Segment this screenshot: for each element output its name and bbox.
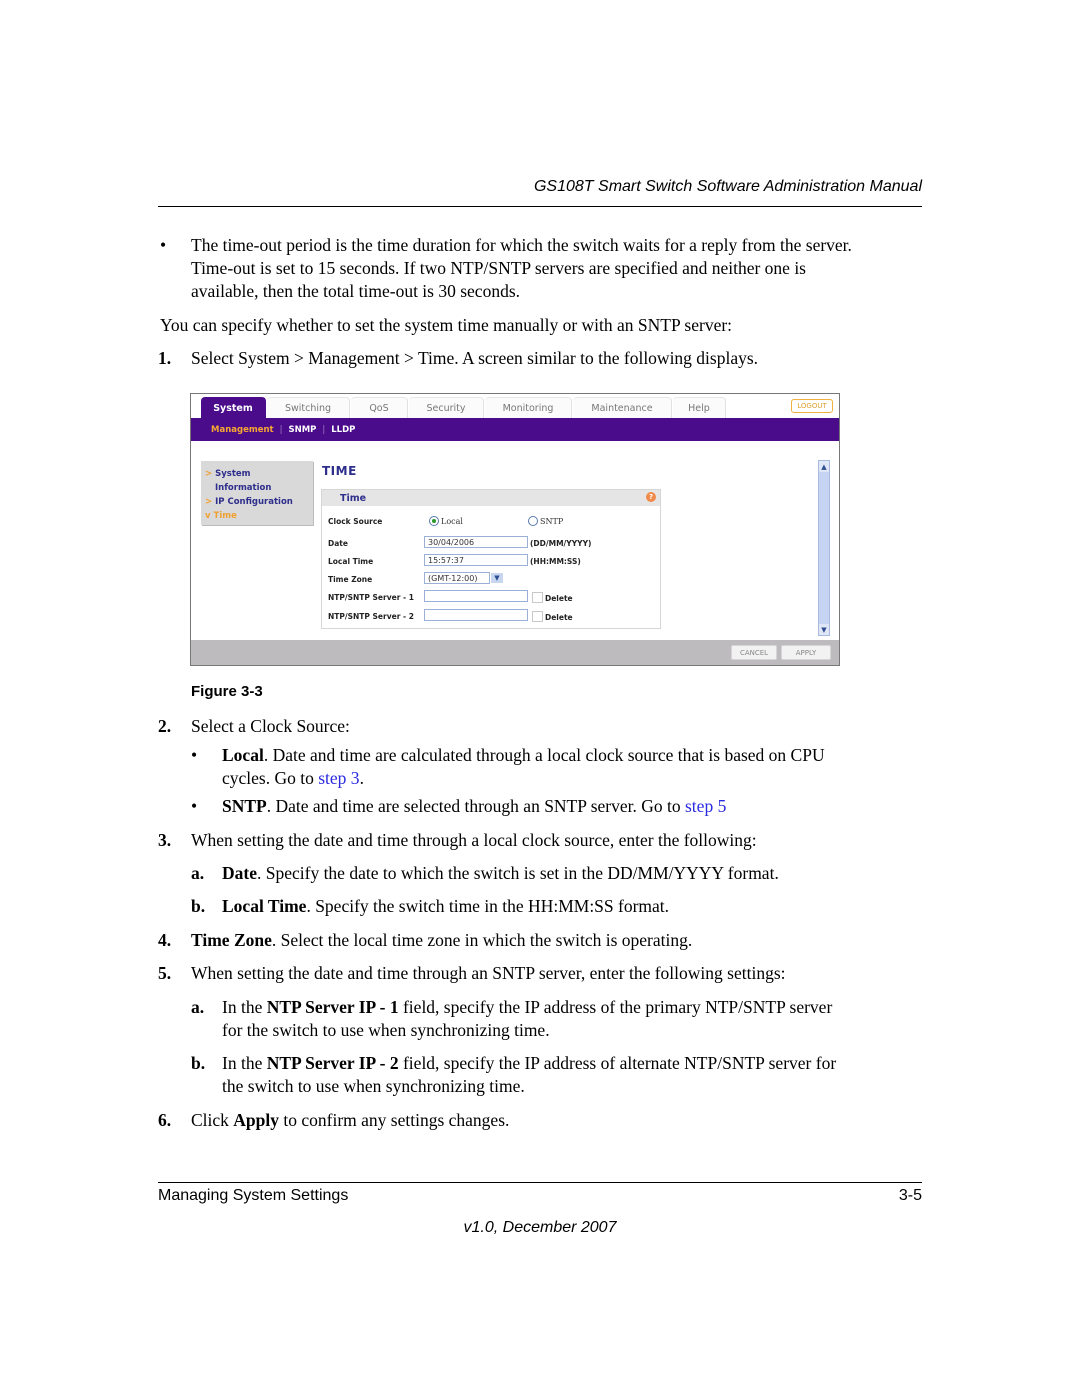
step3b-text: Local Time. Specify the switch time in t… xyxy=(222,896,670,916)
substep-letter: a. xyxy=(191,997,205,1017)
footer-section: Managing System Settings xyxy=(158,1187,349,1204)
panel-header: Time ? xyxy=(322,490,660,506)
intro-bullet: The time-out period is the time duration… xyxy=(191,234,931,303)
apply-button[interactable]: APPLY xyxy=(781,645,831,660)
chevron-down-icon: v xyxy=(205,511,211,521)
cancel-button[interactable]: CANCEL xyxy=(731,645,777,660)
chevron-right-icon: > xyxy=(205,469,213,479)
step-number: 3. xyxy=(158,830,172,850)
step-number: 4. xyxy=(158,930,172,950)
subnav-separator: | xyxy=(279,424,283,435)
delete-ntp2-label: Delete xyxy=(545,613,573,622)
sub-nav-bar: Management | SNMP | LLDP xyxy=(191,418,839,441)
link-step-3[interactable]: step 3 xyxy=(318,768,359,788)
tab-help[interactable]: Help xyxy=(673,397,726,419)
figure-caption: Figure 3-3 xyxy=(191,683,263,700)
scroll-down-icon[interactable]: ▼ xyxy=(819,624,829,635)
bullet-sntp: SNTP. Date and time are selected through… xyxy=(222,796,727,816)
delete-ntp1-label: Delete xyxy=(545,594,573,603)
chevron-down-icon[interactable]: ▼ xyxy=(491,573,503,583)
ntp-server-2-label: NTP/SNTP Server - 2 xyxy=(328,612,414,621)
help-icon[interactable]: ? xyxy=(646,492,656,502)
tab-monitoring[interactable]: Monitoring xyxy=(485,397,572,419)
clock-source-label: Clock Source xyxy=(328,517,383,526)
substep-letter: b. xyxy=(191,896,206,916)
step5-text: When setting the date and time through a… xyxy=(191,963,786,983)
time-zone-label: Time Zone xyxy=(328,575,373,584)
intro-line: Time-out is set to 15 seconds. If two NT… xyxy=(191,258,806,278)
step5b-text: In the NTP Server IP - 2 field, specify … xyxy=(222,1053,837,1096)
subnav-lldp[interactable]: LLDP xyxy=(331,425,355,435)
step-number: 5. xyxy=(158,963,172,983)
local-time-label: Local Time xyxy=(328,557,374,566)
step3a-text: Date. Specify the date to which the swit… xyxy=(222,863,779,883)
subnav-separator: | xyxy=(322,424,326,435)
step3-text: When setting the date and time through a… xyxy=(191,830,757,850)
tab-switching[interactable]: Switching xyxy=(267,397,350,419)
intro-line: available, then the total time-out is 30… xyxy=(191,281,521,301)
footer-version: v1.0, December 2007 xyxy=(463,1219,617,1236)
step2-text: Select a Clock Source: xyxy=(191,716,350,736)
time-panel: Time ? Clock Source Local SNTP Date 30/0… xyxy=(321,489,661,629)
date-label: Date xyxy=(328,539,348,548)
vertical-scrollbar[interactable]: ▲ ▼ xyxy=(818,460,830,636)
bullet-dot: • xyxy=(191,796,198,816)
bullet-dot: • xyxy=(191,745,198,765)
side-nav: > System Information > IP Configuration vT… xyxy=(201,461,313,525)
tab-maintenance[interactable]: Maintenance xyxy=(573,397,672,419)
ntp-server-1-label: NTP/SNTP Server - 1 xyxy=(328,593,414,602)
local-time-input[interactable]: 15:57:37 xyxy=(424,554,528,566)
radio-local[interactable]: Local xyxy=(429,516,463,526)
step-number: 2. xyxy=(158,716,172,736)
panel-title: Time xyxy=(340,492,367,504)
step1-text: Select System > Management > Time. A scr… xyxy=(191,348,759,368)
step6-text: Click Apply to confirm any settings chan… xyxy=(191,1110,510,1130)
bullet-dot: • xyxy=(160,235,167,255)
time-format-hint: (HH:MM:SS) xyxy=(530,557,581,566)
time-settings-screenshot: System Switching QoS Security Monitoring… xyxy=(190,393,840,666)
ntp-server-1-input[interactable] xyxy=(424,590,528,602)
sidenav-item-system-information-cont[interactable]: Information xyxy=(205,481,313,495)
sidenav-item-ip-configuration[interactable]: > IP Configuration xyxy=(205,495,313,509)
step-number: 1. xyxy=(158,348,172,368)
time-zone-select[interactable]: (GMT-12:00) ▼ xyxy=(424,572,503,584)
page-title: TIME xyxy=(322,464,357,478)
main-tab-bar: System Switching QoS Security Monitoring… xyxy=(191,394,839,419)
radio-selected-icon xyxy=(429,516,439,526)
subnav-management[interactable]: Management xyxy=(211,425,274,435)
step5a-text: In the NTP Server IP - 1 field, specify … xyxy=(222,997,833,1040)
subnav-snmp[interactable]: SNMP xyxy=(288,425,316,435)
step4-text: Time Zone. Select the local time zone in… xyxy=(191,930,693,950)
tab-security[interactable]: Security xyxy=(409,397,484,419)
date-input[interactable]: 30/04/2006 xyxy=(424,536,528,548)
scroll-up-icon[interactable]: ▲ xyxy=(819,461,829,472)
logout-button[interactable]: LOGOUT xyxy=(791,399,833,413)
step-number: 6. xyxy=(158,1110,172,1130)
link-step-5[interactable]: step 5 xyxy=(685,796,726,816)
intro-line: The time-out period is the time duration… xyxy=(191,235,852,255)
substep-letter: b. xyxy=(191,1053,206,1073)
delete-ntp2-checkbox[interactable] xyxy=(532,611,543,622)
sidenav-item-system-information[interactable]: > System xyxy=(205,467,313,481)
para-specify: You can specify whether to set the syste… xyxy=(160,315,733,335)
footer-page-number: 3-5 xyxy=(898,1187,922,1204)
sidenav-item-time[interactable]: v Time xyxy=(205,509,313,523)
footer-rule xyxy=(158,1182,922,1183)
date-format-hint: (DD/MM/YYYY) xyxy=(530,539,592,548)
tab-system[interactable]: System xyxy=(201,397,266,419)
bullet-local: Local. Date and time are calculated thro… xyxy=(222,745,825,788)
delete-ntp1-checkbox[interactable] xyxy=(532,592,543,603)
manual-title: GS108T Smart Switch Software Administrat… xyxy=(533,178,922,195)
header-rule xyxy=(158,206,922,207)
chevron-right-icon: > xyxy=(205,497,213,507)
ntp-server-2-input[interactable] xyxy=(424,609,528,621)
radio-unselected-icon xyxy=(528,516,538,526)
tab-qos[interactable]: QoS xyxy=(351,397,408,419)
radio-sntp[interactable]: SNTP xyxy=(528,516,563,526)
substep-letter: a. xyxy=(191,863,205,883)
action-bar: CANCEL APPLY xyxy=(191,640,839,665)
